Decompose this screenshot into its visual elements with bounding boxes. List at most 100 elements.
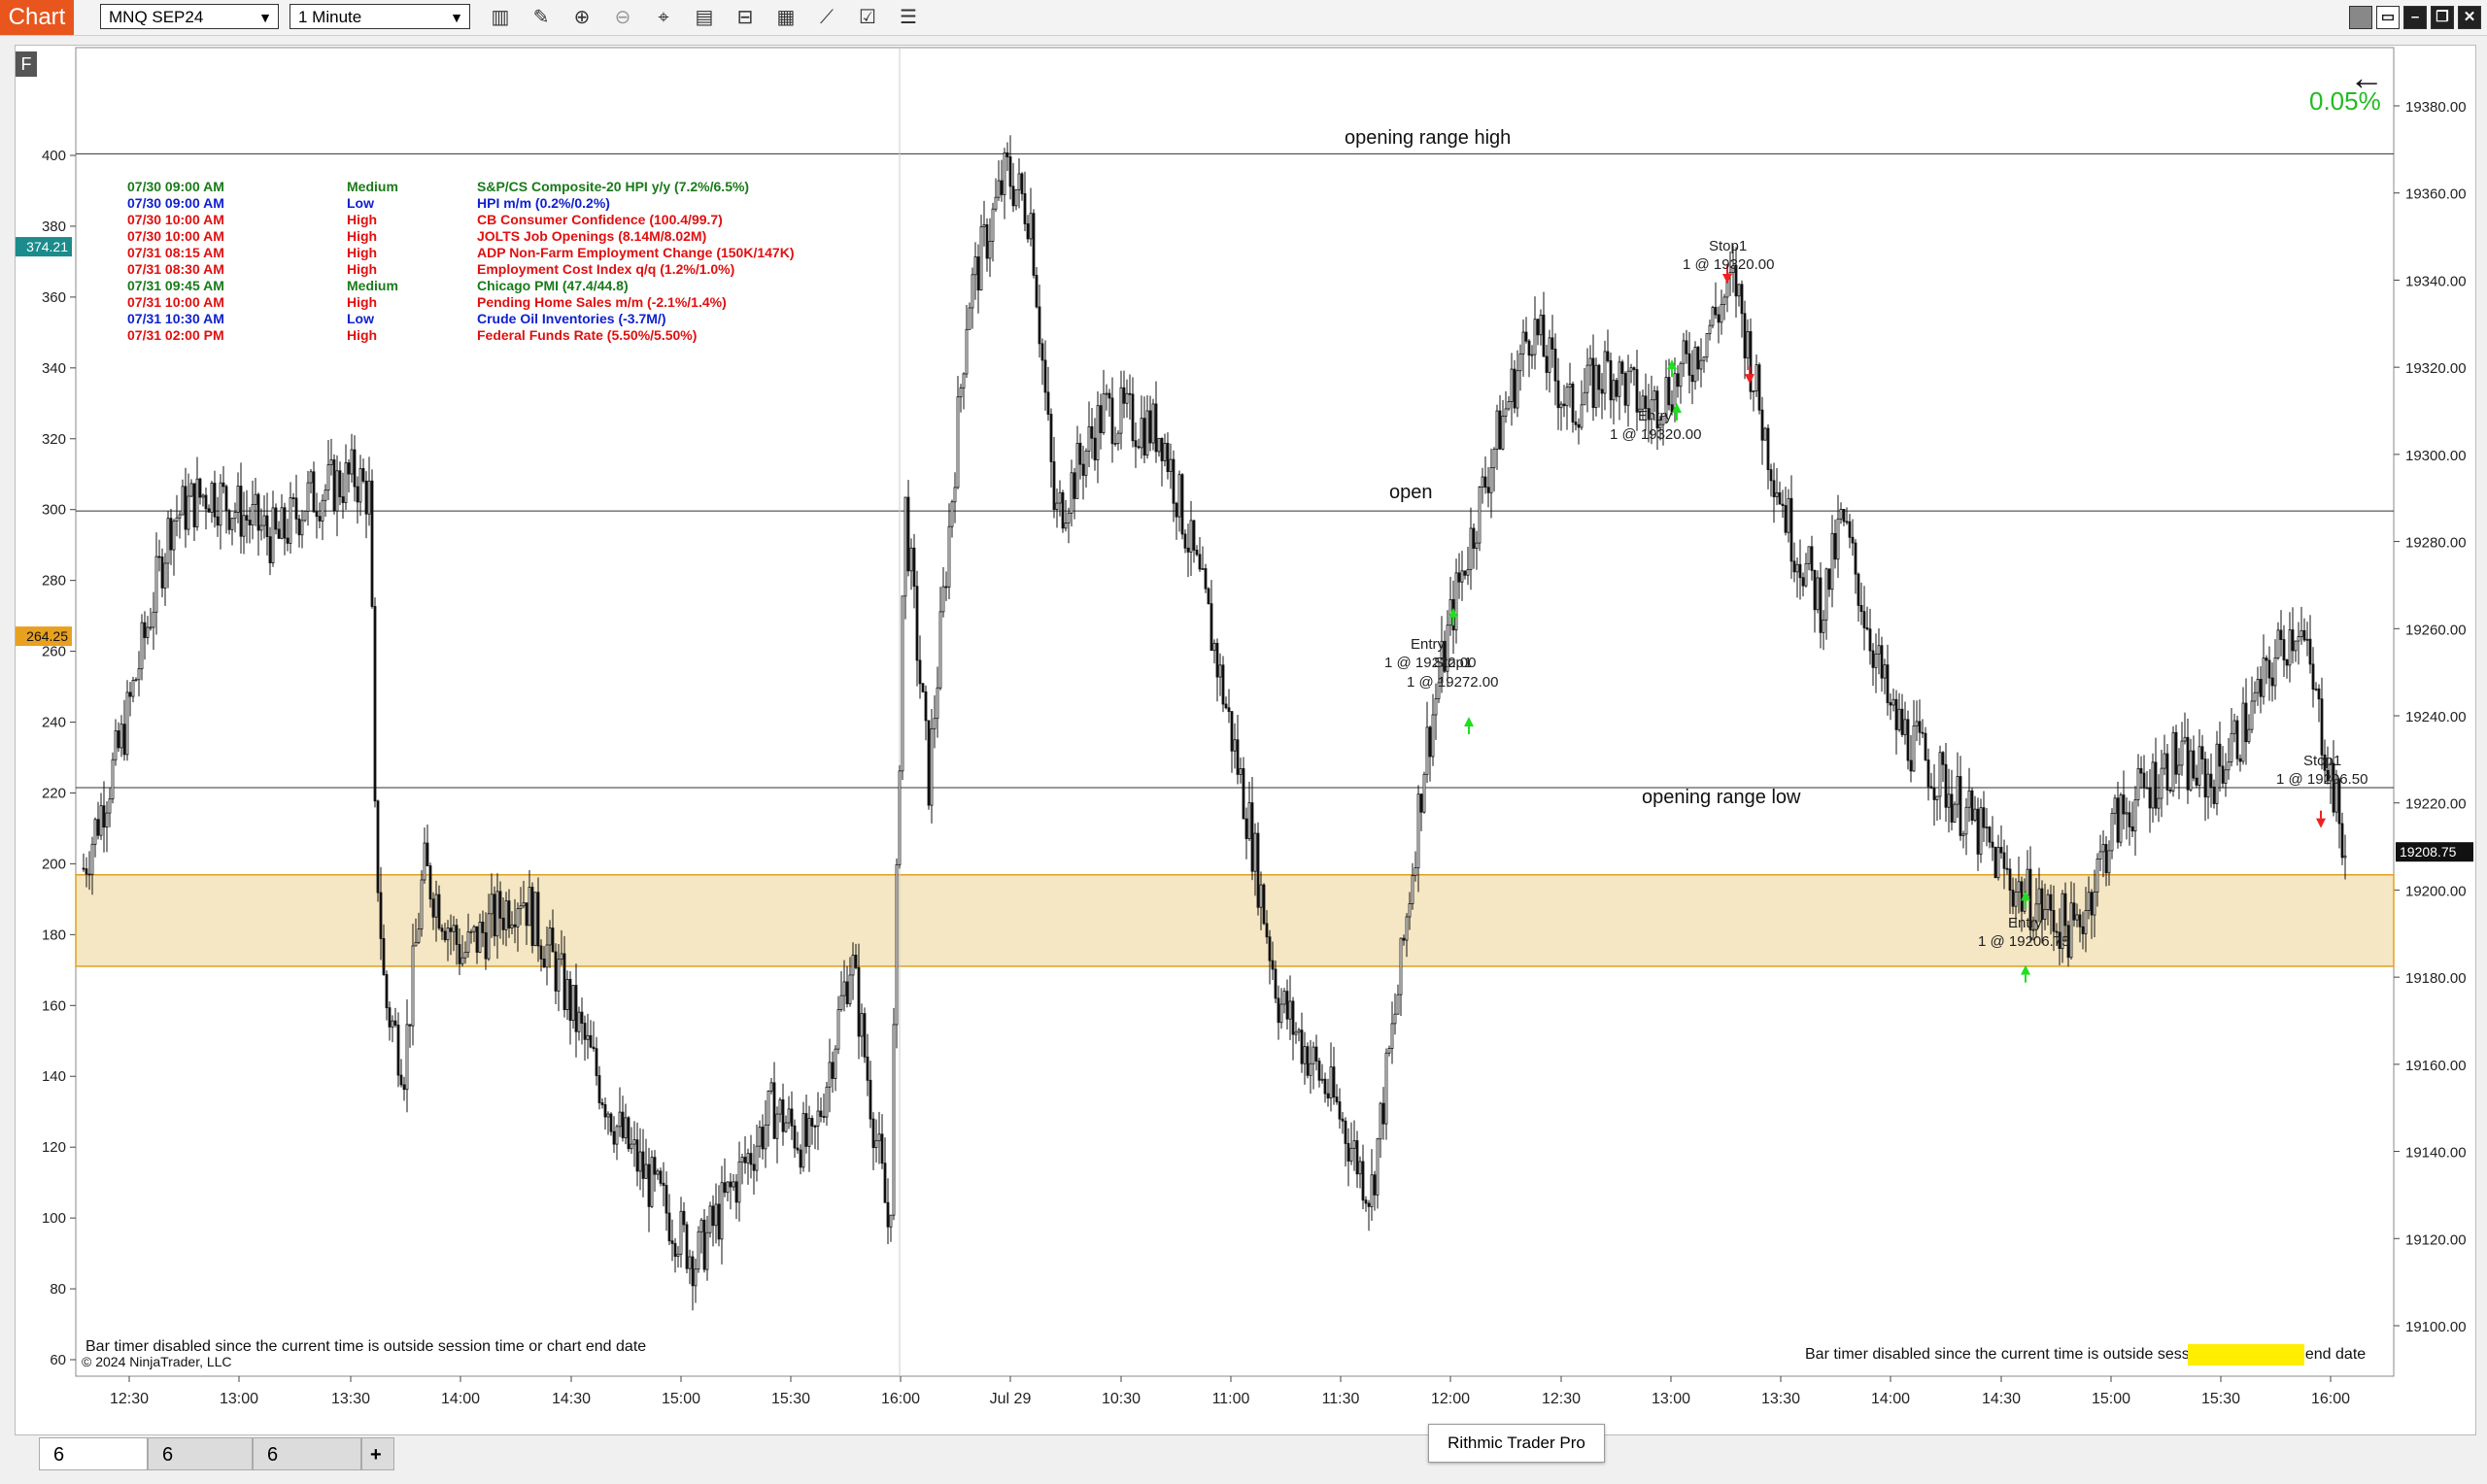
add-tab-button[interactable]: + <box>361 1437 394 1470</box>
price-bar-body <box>1242 767 1245 820</box>
support-zone <box>75 873 2395 967</box>
price-bar-body <box>1696 347 1700 370</box>
price-bar-body <box>370 480 374 607</box>
price-bar-body <box>350 449 354 475</box>
news-impact: High <box>347 294 378 310</box>
price-bar-body <box>528 887 531 927</box>
price-bar-body <box>1137 446 1141 449</box>
x-axis-label: Jul 29 <box>990 1391 1032 1407</box>
price-bar-body <box>592 1046 596 1050</box>
price-bar-body <box>1539 315 1543 336</box>
restore-icon[interactable]: ❐ <box>2431 6 2454 29</box>
list-icon[interactable]: ☰ <box>896 4 921 31</box>
price-bar-body <box>1058 491 1062 504</box>
right-axis-label: 19360.00 <box>2405 186 2467 203</box>
price-bar-body <box>405 1024 409 1091</box>
right-axis-label: 19320.00 <box>2405 360 2467 377</box>
price-bar-body <box>251 504 255 525</box>
price-bar-body <box>1008 156 1012 187</box>
price-bar-body <box>1982 807 1986 828</box>
templates-icon[interactable]: ⊟ <box>732 4 758 31</box>
price-bar-body <box>1023 193 1027 224</box>
price-bar-body <box>1720 304 1723 323</box>
price-bar-body <box>2084 910 2088 934</box>
chart-window-tab[interactable]: Chart <box>0 0 74 35</box>
news-time: 07/31 10:00 AM <box>127 294 224 310</box>
price-bar-body <box>1848 521 1852 538</box>
price-bar-body <box>493 894 496 937</box>
price-bar-body <box>1189 520 1193 553</box>
price-bar-body <box>2005 867 2009 870</box>
bar-type-icon[interactable]: ▥ <box>488 4 513 31</box>
price-bar-body <box>819 1110 823 1117</box>
right-axis-label: 19160.00 <box>2405 1058 2467 1074</box>
price-bar-body <box>1851 536 1855 544</box>
price-bar-body <box>2020 881 2024 912</box>
price-bar-body <box>213 483 217 518</box>
close-icon[interactable]: ✕ <box>2458 6 2481 29</box>
price-bar-body <box>1909 759 1913 772</box>
price-bar-body <box>99 805 103 836</box>
zoom-in-icon[interactable]: ⊕ <box>569 4 595 31</box>
price-bar-body <box>2014 892 2018 907</box>
price-bar-body <box>1169 458 1173 472</box>
price-bar-body <box>1894 698 1898 730</box>
price-bar-body <box>1478 487 1482 544</box>
price-bar-body <box>1644 395 1648 410</box>
properties-icon[interactable]: ☑ <box>855 4 880 31</box>
data-box-icon[interactable]: ▤ <box>692 4 717 31</box>
price-bar-body <box>1918 721 1922 733</box>
price-bar-body <box>1285 991 1289 1020</box>
f-badge[interactable]: F <box>16 51 37 77</box>
chart-panel[interactable]: 19380.00 19360.00 19340.00 19320.00 19300.00… <box>15 45 2476 1435</box>
bottom-tab-3[interactable]: 6 <box>253 1437 361 1470</box>
price-bar-body <box>749 1153 753 1165</box>
price-bar-body <box>740 1157 744 1163</box>
left-axis-label: 100 <box>42 1210 66 1227</box>
price-bar-body <box>332 459 336 512</box>
news-row: 07/31 09:45 AM Medium Chicago PMI (47.4/44… <box>127 278 866 294</box>
minimize-icon[interactable]: – <box>2403 6 2427 29</box>
price-bar-body <box>1778 492 1782 505</box>
instrument-selector[interactable]: MNQ SEP24 ▼ <box>100 4 279 29</box>
price-bar-body <box>376 800 380 894</box>
price-bar-body <box>195 478 199 527</box>
zoom-out-icon[interactable]: ⊖ <box>610 4 635 31</box>
price-bar-body <box>1481 476 1484 488</box>
indicators-icon[interactable]: ⟋ <box>814 4 839 31</box>
price-bar-body <box>953 487 957 503</box>
price-bar-body <box>117 730 120 749</box>
link-color-icon[interactable] <box>2349 6 2372 29</box>
drawing-tool-icon[interactable]: ✎ <box>528 4 554 31</box>
price-bar-body <box>329 459 333 465</box>
price-bar-body <box>597 1075 601 1103</box>
bottom-tab-2[interactable]: 6 <box>148 1437 253 1470</box>
price-bar-body <box>1886 664 1890 703</box>
price-bar-body <box>959 387 963 398</box>
price-bar-body <box>1204 568 1208 590</box>
price-bar-body <box>2297 636 2300 642</box>
price-bar-body <box>2244 702 2248 743</box>
strategies-icon[interactable]: ▦ <box>773 4 799 31</box>
price-bar-body <box>1868 628 1872 652</box>
crosshair-icon[interactable]: ⌖ <box>651 4 676 31</box>
price-bar-body <box>2294 640 2298 652</box>
bottom-tab-1[interactable]: 6 <box>39 1437 148 1470</box>
price-bar-body <box>1166 443 1170 472</box>
price-bar-body <box>356 486 359 503</box>
timeframe-selector[interactable]: 1 Minute ▼ <box>290 4 470 29</box>
price-bar-body <box>662 1182 665 1186</box>
window-tile-icon[interactable]: ▭ <box>2376 6 2400 29</box>
price-bar-body <box>615 1126 619 1145</box>
price-bar-body <box>163 562 167 589</box>
price-bar-body <box>1999 847 2003 854</box>
trade-label-text: 1 @ 19272.00 <box>1407 674 1499 691</box>
price-bar-body <box>2160 767 2163 799</box>
price-bar-body <box>192 483 196 527</box>
price-bar-body <box>676 1253 680 1258</box>
price-bar-body <box>694 1268 698 1287</box>
price-bar-body <box>2241 702 2245 762</box>
price-bar-body <box>901 595 904 772</box>
news-impact: High <box>347 327 378 343</box>
price-bar-body <box>2206 773 2210 798</box>
